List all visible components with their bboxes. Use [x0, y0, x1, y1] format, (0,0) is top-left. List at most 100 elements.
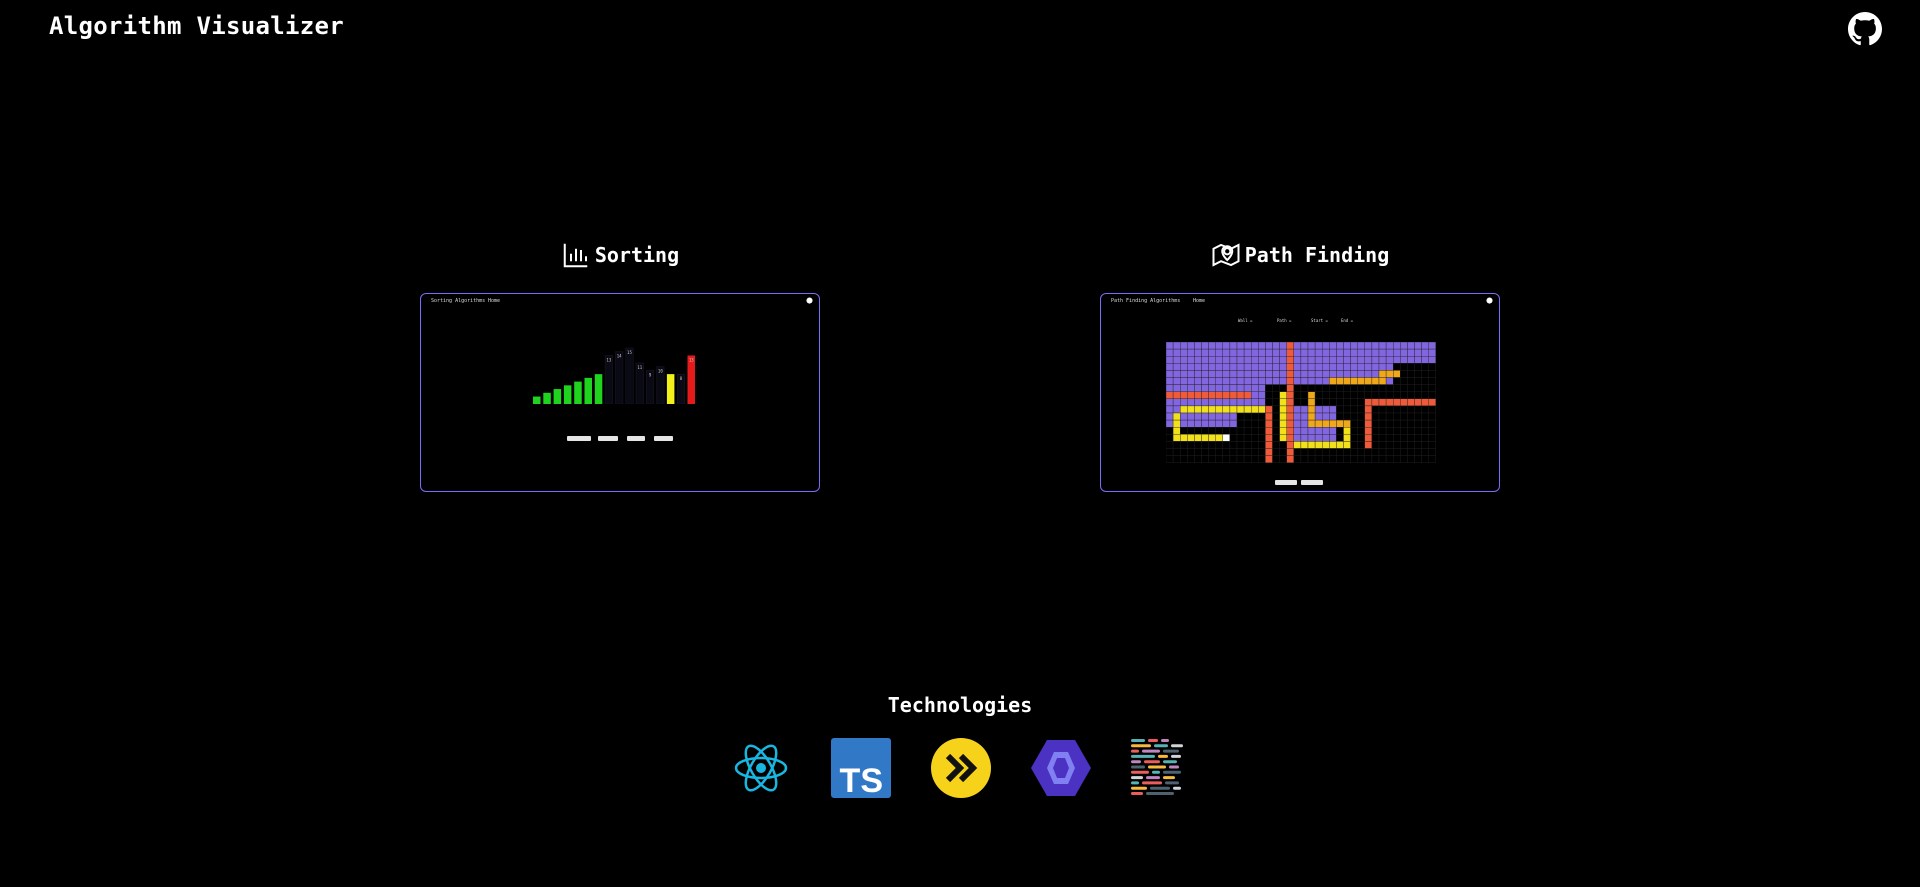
grid-cell: [1371, 398, 1380, 407]
grid-cell: [1272, 377, 1280, 385]
grid-cell: [1343, 398, 1351, 407]
grid-cell: [1229, 348, 1238, 357]
grid-cell: [1293, 363, 1302, 371]
grid-cell: [1172, 419, 1181, 428]
grid-cell: [1215, 391, 1224, 400]
grid-cell: [1300, 342, 1309, 350]
grid-cell: [1208, 384, 1216, 392]
grid-cell: [1194, 448, 1202, 456]
grid-cell: [1350, 370, 1358, 378]
grid-cell: [1378, 355, 1387, 364]
grid-cell: [1222, 448, 1231, 456]
grid-cell: [1300, 455, 1309, 463]
grid-cell: [1307, 355, 1316, 364]
grid-cell: [1208, 342, 1216, 350]
grid-cell: [1215, 441, 1224, 449]
grid-cell: [1293, 405, 1302, 414]
sorting-preview[interactable]: Sorting Algorithms Home 13 14 15 11 9 10 8 13: [420, 293, 820, 492]
grid-cell: [1307, 377, 1316, 385]
sort-bar-label: 14: [617, 354, 622, 359]
github-icon[interactable]: [1848, 12, 1882, 46]
grid-cell: [1371, 384, 1380, 392]
grid-cell: [1392, 412, 1401, 421]
prettier-stripe: [1154, 744, 1168, 748]
grid-cell: [1208, 455, 1216, 463]
grid-cell: [1400, 342, 1408, 350]
grid-cell: [1172, 426, 1181, 435]
grid-cell: [1428, 448, 1437, 456]
grid-cell: [1272, 455, 1280, 463]
grid-cell: [1400, 405, 1408, 414]
grid-cell: [1293, 348, 1302, 357]
grid-cell: [1392, 391, 1401, 400]
grid-cell: [1172, 391, 1181, 400]
grid-cell: [1421, 363, 1429, 371]
grid-cell: [1222, 355, 1231, 364]
grid-cell: [1286, 426, 1294, 435]
grid-cell: [1421, 384, 1429, 392]
grid-cell: [1343, 441, 1351, 449]
grid-cell: [1279, 455, 1287, 463]
grid-cell: [1421, 377, 1429, 385]
grid-cell: [1293, 455, 1302, 463]
grid-cell: [1400, 370, 1408, 378]
grid-cell: [1321, 342, 1330, 350]
grid-cell: [1421, 455, 1429, 463]
grid-cell: [1329, 434, 1337, 442]
grid-cell: [1428, 377, 1437, 385]
grid-cell: [1250, 398, 1259, 407]
grid-cell: [1321, 391, 1330, 400]
grid-cell: [1300, 348, 1309, 357]
grid-cell: [1250, 405, 1259, 414]
grid-cell: [1272, 342, 1280, 350]
grid-cell: [1343, 384, 1351, 392]
sorting-card-title[interactable]: Sorting: [420, 238, 820, 272]
sort-bar: [574, 381, 582, 404]
grid-cell: [1250, 448, 1259, 456]
grid-cell: [1378, 426, 1387, 435]
path-finding-card-title[interactable]: Path Finding: [1100, 238, 1500, 272]
grid-cell: [1385, 419, 1394, 428]
grid-cell: [1279, 434, 1287, 442]
grid-cell: [1392, 405, 1401, 414]
grid-cell: [1385, 448, 1394, 456]
grid-cell: [1329, 441, 1337, 449]
path-finding-preview[interactable]: Path Finding Algorithms Home Wall = Path…: [1100, 293, 1500, 492]
grid-cell: [1229, 398, 1238, 407]
grid-cell: [1385, 455, 1394, 463]
grid-cell: [1329, 398, 1337, 407]
grid-cell: [1172, 405, 1181, 414]
grid-cell: [1307, 398, 1316, 407]
grid-cell: [1194, 391, 1202, 400]
grid-cell: [1166, 377, 1174, 385]
grid-cell: [1307, 384, 1316, 392]
grid-cell: [1343, 419, 1351, 428]
grid-cell: [1286, 441, 1294, 449]
grid-cell: [1272, 448, 1280, 456]
grid-cell: [1215, 426, 1224, 435]
grid-cell: [1179, 391, 1188, 400]
grid-cell: [1222, 405, 1231, 414]
grid-cell: [1307, 348, 1316, 357]
grid-cell: [1215, 355, 1224, 364]
sort-bar: [687, 355, 695, 404]
sorting-card: Sorting Sorting Algorithms Home 13 14 15 11…: [420, 238, 820, 492]
grid-cell: [1250, 377, 1259, 385]
grid-cell: [1314, 426, 1323, 435]
grid-cell: [1279, 405, 1287, 414]
grid-cell: [1229, 342, 1238, 350]
grid-cell: [1265, 348, 1273, 357]
grid-cell: [1300, 384, 1309, 392]
grid-cell: [1286, 355, 1294, 364]
grid-cell: [1187, 419, 1195, 428]
prettier-icon: [1131, 739, 1183, 795]
grid-cell: [1400, 391, 1408, 400]
grid-cell: [1272, 419, 1280, 428]
grid-cell: [1307, 370, 1316, 378]
grid-cell: [1329, 355, 1337, 364]
grid-cell: [1279, 412, 1287, 421]
grid-cell: [1392, 448, 1401, 456]
grid-cell: [1421, 441, 1429, 449]
grid-cell: [1300, 370, 1309, 378]
grid-cell: [1371, 391, 1380, 400]
